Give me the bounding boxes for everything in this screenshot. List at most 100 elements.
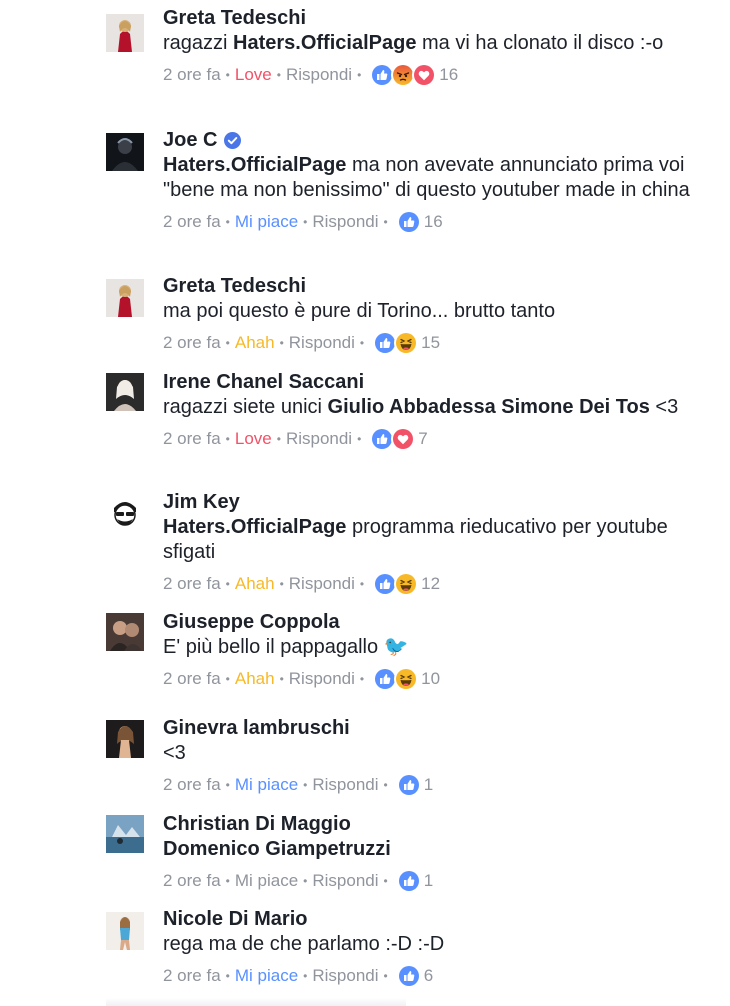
separator-dot: • — [225, 577, 230, 591]
comment-body: Joe C Haters.OfficialPage ma non avevate … — [163, 128, 716, 235]
avatar[interactable] — [106, 279, 144, 317]
author-name[interactable]: Irene Chanel Saccani — [163, 370, 364, 395]
comment-author[interactable]: Nicole Di Mario — [163, 907, 716, 932]
like-button[interactable]: Ahah — [235, 330, 275, 356]
reaction-summary[interactable]: 12 — [373, 571, 440, 597]
reply-button[interactable]: Rispondi — [312, 868, 378, 894]
avatar[interactable] — [106, 720, 144, 758]
author-name[interactable]: Giuseppe Coppola — [163, 610, 340, 635]
comment-author[interactable]: Joe C — [163, 128, 716, 153]
reply-button[interactable]: Rispondi — [286, 62, 352, 88]
timestamp[interactable]: 2 ore fa — [163, 571, 221, 597]
mention-link[interactable]: Giulio Abbadessa — [328, 396, 496, 418]
reply-button[interactable]: Rispondi — [312, 772, 378, 798]
like-button[interactable]: Ahah — [235, 666, 275, 692]
timestamp[interactable]: 2 ore fa — [163, 426, 221, 452]
comment-text-segment: E' più bello il pappagallo 🐦 — [163, 636, 409, 658]
mention-link[interactable]: Simone Dei Tos — [501, 396, 650, 418]
mention-link[interactable]: Domenico Giampetruzzi — [163, 838, 391, 860]
separator-dot: • — [225, 68, 230, 82]
reaction-summary[interactable]: 7 — [370, 426, 428, 452]
comment-actions: 2 ore fa • Mi piace • Rispondi • 6 — [163, 963, 716, 989]
like-button[interactable]: Mi piace — [235, 963, 298, 989]
timestamp[interactable]: 2 ore fa — [163, 868, 221, 894]
comment-author[interactable]: Giuseppe Coppola — [163, 610, 716, 635]
reaction-summary[interactable]: 16 — [396, 209, 443, 235]
reply-button[interactable]: Rispondi — [312, 963, 378, 989]
avatar[interactable] — [106, 912, 144, 950]
comment-actions: 2 ore fa • Ahah • Rispondi • 10 — [163, 666, 716, 692]
reaction-count: 10 — [421, 669, 441, 688]
reaction-summary[interactable]: 1 — [396, 868, 433, 894]
comment-author[interactable]: Ginevra lambruschi — [163, 716, 716, 741]
separator-dot: • — [303, 874, 308, 888]
comment-text: ragazzi Haters.OfficialPage ma vi ha clo… — [163, 31, 716, 56]
timestamp[interactable]: 2 ore fa — [163, 666, 221, 692]
comment-text: Haters.OfficialPage ma non avevate annun… — [163, 153, 716, 203]
timestamp[interactable]: 2 ore fa — [163, 62, 221, 88]
reaction-summary[interactable]: 1 — [396, 772, 434, 798]
avatar[interactable] — [106, 14, 144, 52]
timestamp[interactable]: 2 ore fa — [163, 772, 221, 798]
like-icon — [396, 773, 421, 797]
author-name[interactable]: Ginevra lambruschi — [163, 716, 350, 741]
reaction-summary[interactable]: 15 — [373, 330, 440, 356]
mention-link[interactable]: Haters.OfficialPage — [163, 154, 346, 176]
reaction-summary[interactable]: 16 — [370, 62, 458, 88]
mention-link[interactable]: Haters.OfficialPage — [163, 516, 346, 538]
separator-dot: • — [276, 68, 281, 82]
author-name[interactable]: Greta Tedeschi — [163, 6, 306, 31]
author-name[interactable]: Nicole Di Mario — [163, 907, 307, 932]
verified-badge-icon — [224, 132, 242, 149]
reaction-summary[interactable]: 6 — [396, 963, 433, 989]
comment-text: Domenico Giampetruzzi — [163, 837, 716, 862]
comment-body: Greta Tedeschi ragazzi Haters.OfficialPag… — [163, 6, 716, 88]
comment-text: ragazzi siete unici Giulio Abbadessa Sim… — [163, 395, 716, 420]
avatar[interactable] — [106, 613, 144, 651]
comment-author[interactable]: Irene Chanel Saccani — [163, 370, 716, 395]
reaction-summary[interactable]: 10 — [373, 666, 440, 692]
author-name[interactable]: Greta Tedeschi — [163, 274, 306, 299]
comment-author[interactable]: Greta Tedeschi — [163, 6, 716, 31]
comment-body: Irene Chanel Saccani ragazzi siete unici … — [163, 370, 716, 452]
avatar[interactable] — [106, 133, 144, 171]
reaction-count: 7 — [418, 429, 428, 448]
avatar[interactable] — [106, 815, 144, 853]
reply-button[interactable]: Rispondi — [312, 209, 378, 235]
author-name[interactable]: Joe C — [163, 128, 217, 153]
author-name[interactable]: Christian Di Maggio — [163, 812, 351, 837]
comment-text-segment: ma vi ha clonato il disco :-o — [416, 32, 664, 54]
comment-text-segment: rega ma de che parlamo :-D :-D — [163, 933, 445, 955]
avatar[interactable] — [106, 373, 144, 411]
comment-author[interactable]: Jim Key — [163, 490, 716, 515]
timestamp[interactable]: 2 ore fa — [163, 330, 221, 356]
timestamp[interactable]: 2 ore fa — [163, 963, 221, 989]
separator-dot: • — [225, 874, 230, 888]
haha-icon — [394, 667, 419, 691]
reply-button[interactable]: Rispondi — [289, 571, 355, 597]
comment-body: Nicole Di Mario rega ma de che parlamo :-… — [163, 907, 716, 989]
separator-dot: • — [225, 215, 230, 229]
like-button[interactable]: Mi piace — [235, 209, 298, 235]
author-name[interactable]: Jim Key — [163, 490, 240, 515]
comment-body: Jim Key Haters.OfficialPage programma rie… — [163, 490, 716, 597]
timestamp[interactable]: 2 ore fa — [163, 209, 221, 235]
haha-icon — [394, 572, 419, 596]
separator-dot: • — [225, 672, 230, 686]
like-button[interactable]: Mi piace — [235, 868, 298, 894]
like-button[interactable]: Mi piace — [235, 772, 298, 798]
comment-text-segment: ragazzi siete unici — [163, 396, 328, 418]
mention-link[interactable]: Haters.OfficialPage — [233, 32, 416, 54]
avatar[interactable] — [106, 494, 144, 532]
comment-author[interactable]: Christian Di Maggio — [163, 812, 716, 837]
reaction-count: 1 — [423, 775, 434, 794]
comment-author[interactable]: Greta Tedeschi — [163, 274, 716, 299]
reply-button[interactable]: Rispondi — [286, 426, 352, 452]
reply-button[interactable]: Rispondi — [289, 330, 355, 356]
like-button[interactable]: Ahah — [235, 571, 275, 597]
like-button[interactable]: Love — [235, 426, 272, 452]
like-button[interactable]: Love — [235, 62, 272, 88]
reply-button[interactable]: Rispondi — [289, 666, 355, 692]
like-icon — [396, 964, 421, 988]
comment-actions: 2 ore fa • Mi piace • Rispondi • 16 — [163, 209, 716, 235]
